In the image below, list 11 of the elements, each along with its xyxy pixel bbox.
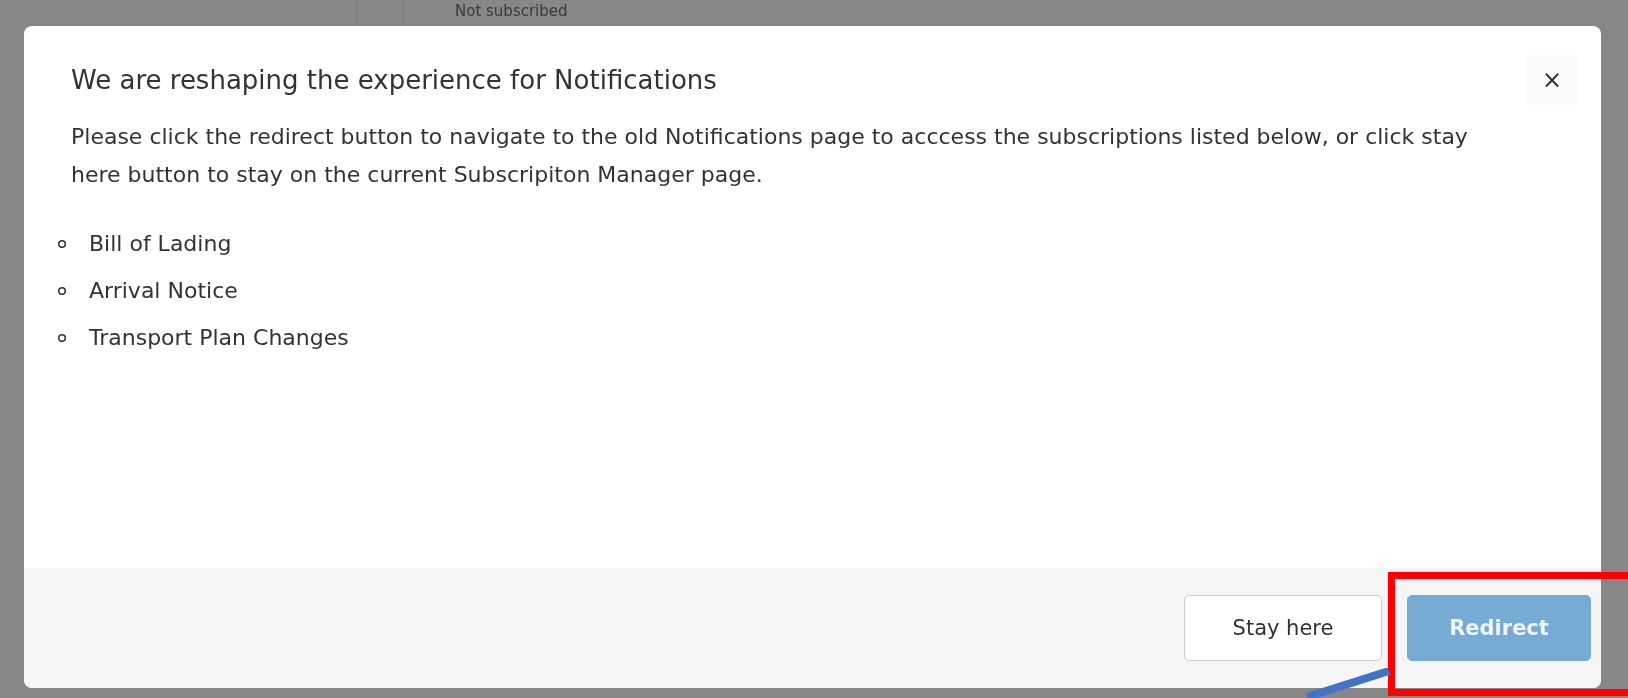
bullet-icon — [57, 332, 67, 343]
bullet-icon — [57, 285, 67, 296]
dialog-message: Please click the redirect button to navigate to the old Notifications page to acccess the subscriptions listed below, or click stay here button to stay on the current Subscripiton Manager page. — [71, 123, 1469, 189]
dialog-title: We are reshaping the experience for Notifications — [71, 65, 717, 95]
list-item: Transport Plan Changes — [89, 325, 349, 350]
status-text: Not subscribed — [455, 2, 568, 20]
list-item: Arrival Notice — [89, 278, 238, 303]
stay-button[interactable]: Stay here — [1184, 595, 1382, 661]
bullet-icon — [57, 238, 67, 249]
list-item: Bill of Lading — [89, 231, 232, 256]
close-button[interactable]: × — [1527, 55, 1577, 105]
